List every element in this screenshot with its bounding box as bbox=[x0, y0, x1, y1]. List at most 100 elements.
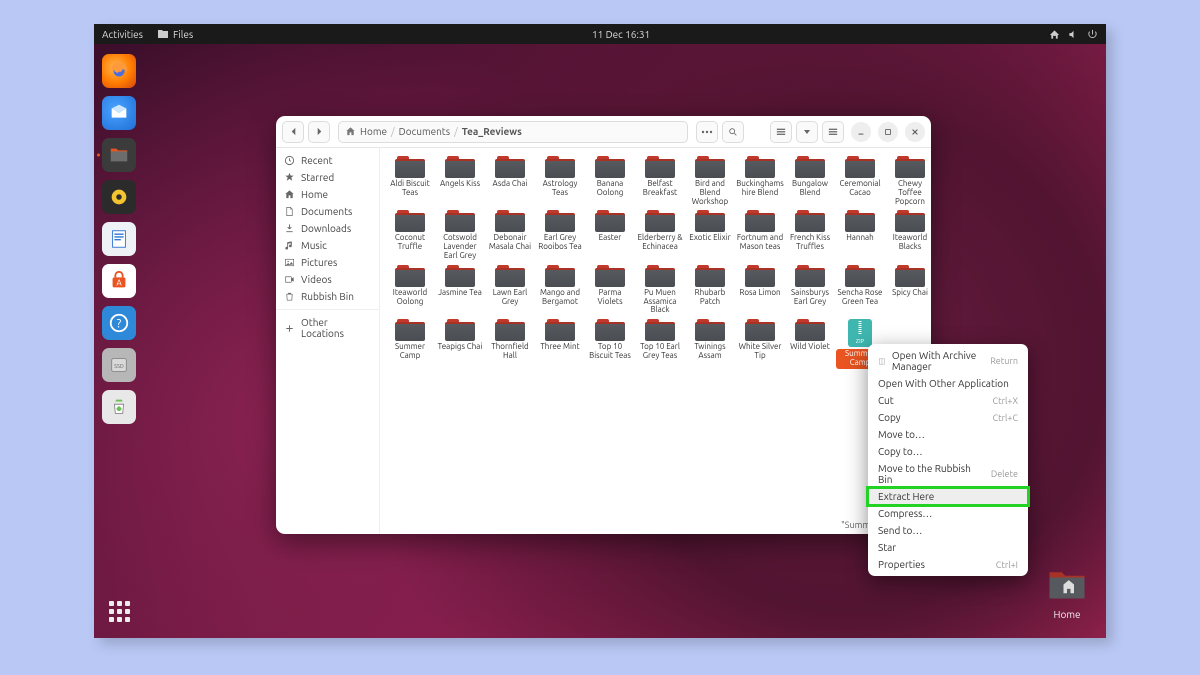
folder-item[interactable]: Thornfield Hall bbox=[486, 319, 534, 371]
sidebar-item-starred[interactable]: Starred bbox=[276, 169, 379, 186]
folder-icon bbox=[745, 210, 775, 232]
sidebar-item-music[interactable]: Music bbox=[276, 237, 379, 254]
folder-item[interactable]: Teapigs Chai bbox=[436, 319, 484, 371]
nav-back[interactable] bbox=[282, 121, 304, 143]
crumb-home[interactable]: Home bbox=[360, 126, 387, 137]
ctx-extract-here[interactable]: Extract Here bbox=[868, 488, 1028, 505]
folder-item[interactable]: Elderberry & Echinacea bbox=[636, 210, 684, 262]
dock-writer[interactable] bbox=[102, 222, 136, 256]
desktop-home-icon[interactable]: Home bbox=[1046, 567, 1088, 620]
dock-disk[interactable]: SSD bbox=[102, 348, 136, 382]
sidebar-item-home[interactable]: Home bbox=[276, 186, 379, 203]
folder-icon bbox=[745, 319, 775, 341]
show-applications[interactable] bbox=[102, 594, 136, 628]
dock-software[interactable]: A bbox=[102, 264, 136, 298]
folder-item[interactable]: Twinings Assam bbox=[686, 319, 734, 371]
folder-item[interactable]: Chewy Toffee Popcorn bbox=[886, 156, 931, 208]
ctx-star[interactable]: Star bbox=[868, 539, 1028, 556]
activities-button[interactable]: Activities bbox=[102, 29, 143, 40]
dock-help[interactable]: ? bbox=[102, 306, 136, 340]
folder-item[interactable]: Coconut Truffle bbox=[386, 210, 434, 262]
folder-item[interactable]: Bungalow Blend bbox=[786, 156, 834, 208]
folder-item[interactable]: Fortnum and Mason teas bbox=[736, 210, 784, 262]
folder-item[interactable]: Ceremonial Cacao bbox=[836, 156, 884, 208]
folder-item[interactable]: Spicy Chai bbox=[886, 265, 931, 317]
path-menu[interactable] bbox=[696, 121, 718, 143]
folder-item[interactable]: Rosa Limon bbox=[736, 265, 784, 317]
sidebar-item-videos[interactable]: Videos bbox=[276, 271, 379, 288]
folder-item[interactable]: Summer Camp bbox=[386, 319, 434, 371]
folder-item[interactable]: Jasmine Tea bbox=[436, 265, 484, 317]
folder-item[interactable]: Top 10 Biscuit Teas bbox=[586, 319, 634, 371]
folder-item[interactable]: Hannah bbox=[836, 210, 884, 262]
folder-item[interactable]: Cotswold Lavender Earl Grey bbox=[436, 210, 484, 262]
sidebar-item-downloads[interactable]: Downloads bbox=[276, 220, 379, 237]
ctx-open-with-other-application[interactable]: Open With Other Application bbox=[868, 375, 1028, 392]
folder-icon bbox=[495, 156, 525, 178]
folder-item[interactable]: Angels Kiss bbox=[436, 156, 484, 208]
dock-firefox[interactable] bbox=[102, 54, 136, 88]
folder-item[interactable]: Mango and Bergamot bbox=[536, 265, 584, 317]
folder-item[interactable]: White Silver Tip bbox=[736, 319, 784, 371]
folder-item[interactable]: Bird and Blend Workshop bbox=[686, 156, 734, 208]
folder-item[interactable]: Top 10 Earl Grey Teas bbox=[636, 319, 684, 371]
folder-item[interactable]: Iteaworld Oolong bbox=[386, 265, 434, 317]
folder-icon bbox=[845, 156, 875, 178]
clock[interactable]: 11 Dec 16:31 bbox=[592, 29, 650, 40]
crumb-documents[interactable]: Documents bbox=[399, 126, 450, 137]
sidebar-item-rubbish-bin[interactable]: Rubbish Bin bbox=[276, 288, 379, 305]
folder-item[interactable]: Wild Violet bbox=[786, 319, 834, 371]
folder-item[interactable]: Asda Chai bbox=[486, 156, 534, 208]
folder-item[interactable]: Rhubarb Patch bbox=[686, 265, 734, 317]
ctx-copy[interactable]: CopyCtrl+C bbox=[868, 409, 1028, 426]
view-list[interactable] bbox=[770, 121, 792, 143]
folder-item[interactable]: Astrology Teas bbox=[536, 156, 584, 208]
crumb-current[interactable]: Tea_Reviews bbox=[462, 126, 522, 137]
ctx-compress-[interactable]: Compress… bbox=[868, 505, 1028, 522]
hamburger-menu[interactable] bbox=[822, 121, 844, 143]
sidebar-item-documents[interactable]: Documents bbox=[276, 203, 379, 220]
ctx-cut[interactable]: CutCtrl+X bbox=[868, 392, 1028, 409]
system-tray[interactable] bbox=[1049, 29, 1098, 40]
folder-icon bbox=[695, 265, 725, 287]
ctx-copy-to-[interactable]: Copy to… bbox=[868, 443, 1028, 460]
search-button[interactable] bbox=[722, 121, 744, 143]
dock-thunderbird[interactable] bbox=[102, 96, 136, 130]
file-grid[interactable]: Aldi Biscuit TeasAngels KissAsda ChaiAst… bbox=[380, 148, 931, 534]
ctx-open-with-archive-manager[interactable]: Open With Archive ManagerReturn bbox=[868, 347, 1028, 375]
sidebar-item-recent[interactable]: Recent bbox=[276, 152, 379, 169]
window-close[interactable] bbox=[905, 122, 925, 142]
folder-item[interactable]: Debonair Masala Chai bbox=[486, 210, 534, 262]
window-minimize[interactable] bbox=[851, 122, 871, 142]
view-dropdown[interactable] bbox=[796, 121, 818, 143]
svg-text:A: A bbox=[116, 278, 122, 288]
folder-item[interactable]: Pu Muen Assamica Black bbox=[636, 265, 684, 317]
dock-trash[interactable] bbox=[102, 390, 136, 424]
folder-item[interactable]: Easter bbox=[586, 210, 634, 262]
folder-item[interactable]: Parma Violets bbox=[586, 265, 634, 317]
ctx-send-to-[interactable]: Send to… bbox=[868, 522, 1028, 539]
ctx-properties[interactable]: PropertiesCtrl+I bbox=[868, 556, 1028, 573]
folder-item[interactable]: Iteaworld Blacks bbox=[886, 210, 931, 262]
folder-item[interactable]: Sainsburys Earl Grey bbox=[786, 265, 834, 317]
folder-item[interactable]: Earl Grey Rooibos Tea bbox=[536, 210, 584, 262]
folder-item[interactable]: Lawn Earl Grey bbox=[486, 265, 534, 317]
folder-item[interactable]: Three Mint bbox=[536, 319, 584, 371]
folder-item[interactable]: Buckinghamshire Blend bbox=[736, 156, 784, 208]
dock-rhythmbox[interactable] bbox=[102, 180, 136, 214]
folder-item[interactable]: Sencha Rose Green Tea bbox=[836, 265, 884, 317]
nav-forward[interactable] bbox=[308, 121, 330, 143]
folder-item[interactable]: Aldi Biscuit Teas bbox=[386, 156, 434, 208]
folder-item[interactable]: French Kiss Truffles bbox=[786, 210, 834, 262]
folder-item[interactable]: Belfast Breakfast bbox=[636, 156, 684, 208]
app-menu-files[interactable]: Files bbox=[157, 28, 193, 40]
folder-item[interactable]: Banana Oolong bbox=[586, 156, 634, 208]
folder-item[interactable]: Exotic Elixir bbox=[686, 210, 734, 262]
dock-files[interactable] bbox=[102, 138, 136, 172]
window-maximize[interactable] bbox=[878, 122, 898, 142]
ctx-move-to-[interactable]: Move to… bbox=[868, 426, 1028, 443]
ctx-move-to-the-rubbish-bin[interactable]: Move to the Rubbish BinDelete bbox=[868, 460, 1028, 488]
sidebar-item-other-locations[interactable]: Other Locations bbox=[276, 309, 379, 342]
path-bar[interactable]: Home / Documents / Tea_Reviews bbox=[338, 121, 688, 143]
sidebar-item-pictures[interactable]: Pictures bbox=[276, 254, 379, 271]
